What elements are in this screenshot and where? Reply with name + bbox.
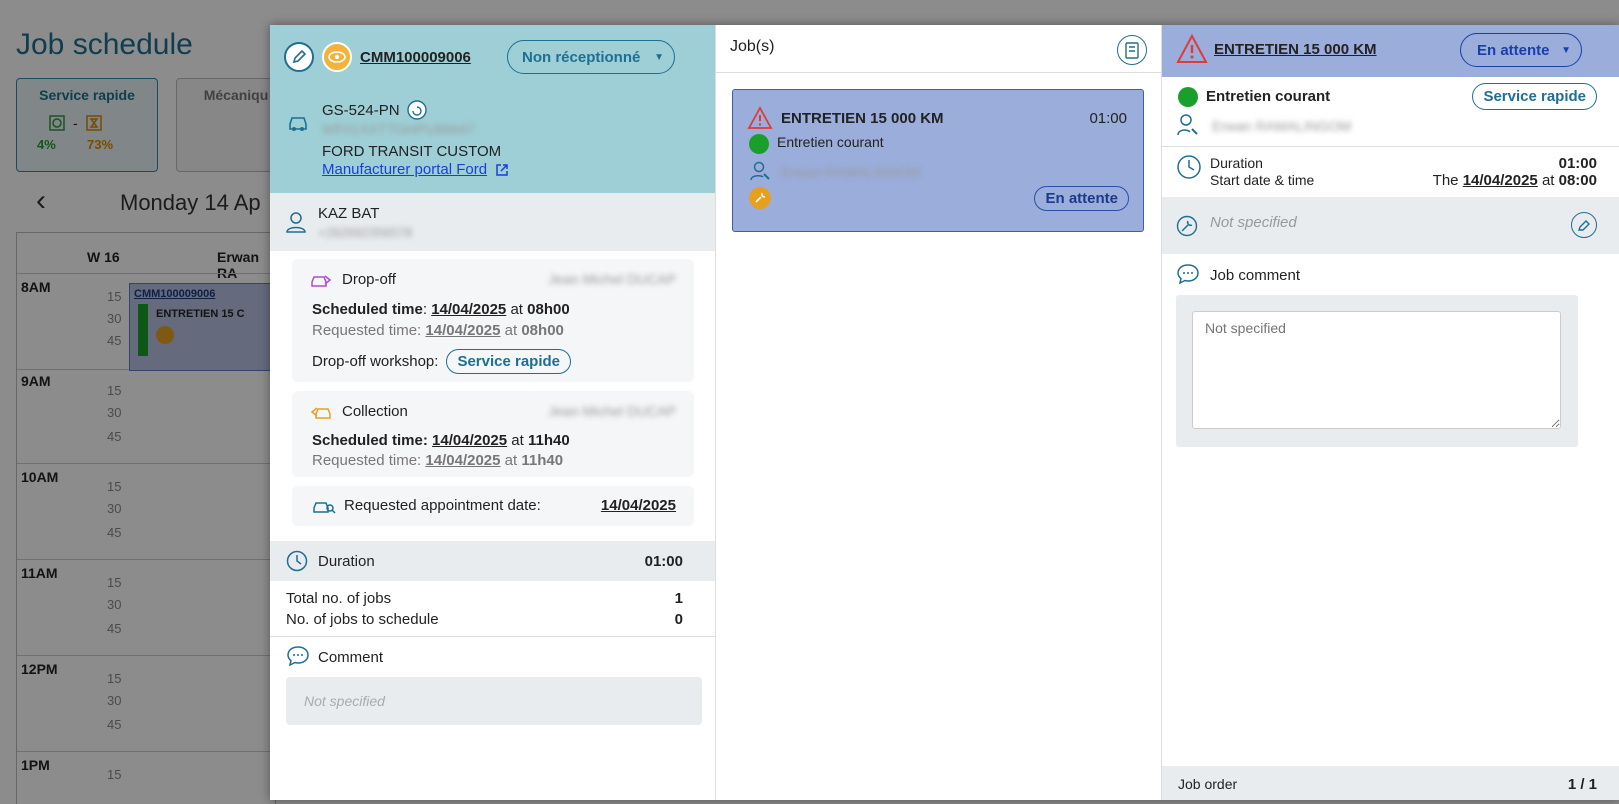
page-title: Job schedule bbox=[16, 28, 193, 61]
job-status-dropdown[interactable]: En attente ▼ bbox=[1460, 33, 1582, 67]
edit-order-button[interactable] bbox=[284, 42, 314, 72]
user-icon bbox=[286, 211, 306, 233]
comment-icon bbox=[1176, 263, 1200, 285]
customer-name: KAZ BAT bbox=[318, 205, 380, 222]
vehicle-model: FORD TRANSIT CUSTOM bbox=[322, 143, 502, 160]
car-lift-icon bbox=[47, 113, 67, 133]
jobs-pane: Job(s) ENTRETIEN 15 000 KM 01:00 Entreti… bbox=[716, 25, 1162, 800]
job-order-bar: Job order 1 / 1 bbox=[1162, 766, 1619, 800]
licence-plate: GS-524-PN bbox=[322, 101, 400, 119]
wrench-icon bbox=[749, 187, 771, 209]
customer-phone: +262692356578 bbox=[318, 225, 413, 240]
dropoff-card: Drop-off Jean Michel DUCAP Scheduled tim… bbox=[292, 259, 694, 382]
duration-row: Duration 01:00 bbox=[270, 541, 715, 581]
job-detail-header: ENTRETIEN 15 000 KM En attente ▼ bbox=[1162, 25, 1619, 77]
clock-icon bbox=[286, 550, 308, 572]
job-detail-title[interactable]: ENTRETIEN 15 000 KM bbox=[1214, 41, 1377, 58]
job-duration: 01:00 bbox=[1558, 155, 1597, 172]
clipboard-icon bbox=[1125, 41, 1139, 59]
car-search-icon bbox=[312, 496, 336, 516]
technician-icon bbox=[1176, 113, 1200, 137]
job-comment-box bbox=[1176, 295, 1578, 447]
edit-operation-button[interactable] bbox=[1571, 212, 1597, 238]
car-dropoff-icon bbox=[310, 271, 332, 289]
prev-day-button[interactable]: ‹ bbox=[36, 184, 46, 218]
order-status-dropdown[interactable]: Non réceptionné ▼ bbox=[507, 40, 675, 74]
caret-down-icon: ▼ bbox=[1561, 44, 1571, 56]
view-button[interactable] bbox=[322, 42, 352, 72]
add-job-button[interactable] bbox=[1117, 35, 1147, 65]
job-detail-pane: ENTRETIEN 15 000 KM En attente ▼ Entreti… bbox=[1162, 25, 1619, 800]
jobs-to-schedule-row: No. of jobs to schedule 0 bbox=[286, 611, 683, 628]
technician-icon bbox=[749, 160, 771, 182]
job-type: Entretien courant bbox=[1206, 88, 1331, 105]
comment-label: Comment bbox=[318, 649, 384, 666]
order-modal: CMM100009006 Non réceptionné ▼ GS-524-PN… bbox=[270, 25, 1619, 800]
schedule-event[interactable]: CMM100009006 ENTRETIEN 15 C bbox=[129, 283, 279, 371]
vehicle-header: CMM100009006 Non réceptionné ▼ GS-524-PN… bbox=[270, 25, 715, 193]
pencil-icon bbox=[291, 49, 307, 65]
history-icon[interactable] bbox=[406, 99, 428, 121]
warning-icon bbox=[1176, 34, 1208, 64]
order-code-link[interactable]: CMM100009006 bbox=[360, 49, 471, 66]
job-technician: Erwan RAMALINGOM bbox=[1212, 118, 1352, 134]
operation-row: Not specified bbox=[1162, 197, 1619, 254]
job-card[interactable]: ENTRETIEN 15 000 KM 01:00 Entretien cour… bbox=[732, 89, 1144, 232]
car-collection-icon bbox=[310, 403, 332, 421]
external-link-icon bbox=[495, 163, 509, 177]
total-jobs-row: Total no. of jobs 1 bbox=[286, 590, 683, 607]
clock-icon bbox=[1176, 154, 1202, 180]
job-type-dot bbox=[749, 134, 769, 154]
job-status-badge[interactable]: En attente bbox=[1034, 186, 1129, 211]
caret-down-icon: ▼ bbox=[654, 51, 664, 63]
job-start: The 14/04/2025 at 08:00 bbox=[1432, 172, 1597, 189]
manufacturer-portal-link[interactable]: Manufacturer portal Ford bbox=[322, 161, 509, 178]
tool-icon bbox=[1176, 215, 1198, 237]
eye-icon bbox=[328, 51, 346, 63]
schedule-date: Monday 14 Ap bbox=[120, 190, 261, 215]
hourglass-icon bbox=[84, 113, 104, 133]
appointment-card: Requested appointment date: 14/04/2025 bbox=[292, 486, 694, 526]
order-pane: CMM100009006 Non réceptionné ▼ GS-524-PN… bbox=[270, 25, 716, 800]
job-order-value: 1 / 1 bbox=[1567, 776, 1597, 793]
job-comment-input[interactable] bbox=[1192, 311, 1561, 429]
jobs-title: Job(s) bbox=[730, 38, 775, 55]
pencil-icon bbox=[1577, 218, 1591, 232]
job-type-dot bbox=[1178, 87, 1198, 107]
workshop-card-service-rapide[interactable]: Service rapide - 4% 73% bbox=[16, 78, 158, 172]
customer-section: KAZ BAT +262692356578 bbox=[270, 193, 715, 251]
vin-number: WF01XXTTGHPU86647 bbox=[322, 121, 475, 137]
schedule-grid: W 16 Erwan RA 8AM 15 30 45 9AM 15 30 45 … bbox=[16, 232, 279, 804]
car-icon bbox=[286, 111, 310, 133]
collection-card: Collection Jean Michel DUCAP Scheduled t… bbox=[292, 391, 694, 477]
wrench-icon bbox=[156, 326, 174, 344]
dropoff-workshop-badge[interactable]: Service rapide bbox=[446, 349, 572, 374]
workshop-name: Service rapide bbox=[39, 87, 135, 103]
job-workshop-badge[interactable]: Service rapide bbox=[1472, 83, 1597, 110]
order-comment-field[interactable]: Not specified bbox=[286, 677, 702, 725]
comment-icon bbox=[286, 645, 310, 667]
warning-icon bbox=[747, 106, 773, 130]
